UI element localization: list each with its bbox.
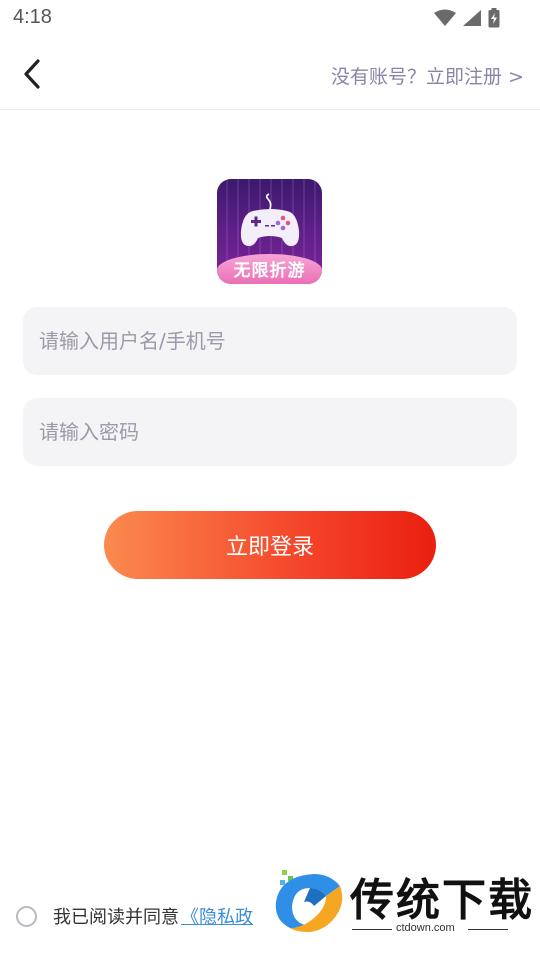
gamepad-icon xyxy=(240,193,300,247)
logo-text: 无限折游 xyxy=(233,261,306,281)
agreement-text: 我已阅读并同意 xyxy=(53,907,179,928)
agreement-checkbox[interactable] xyxy=(16,905,37,927)
agreement-row: 我已阅读并同意 《隐私政 xyxy=(16,902,253,930)
watermark-divider-left xyxy=(352,929,392,930)
back-button[interactable] xyxy=(14,54,50,94)
watermark-logo-icon xyxy=(275,870,343,932)
chevron-left-icon xyxy=(24,59,40,89)
watermark-title: 传统下载 xyxy=(350,875,534,926)
password-input[interactable] xyxy=(23,398,517,466)
privacy-policy-link[interactable]: 《隐私政 xyxy=(181,903,253,929)
app-logo: 无限折游 xyxy=(217,179,322,284)
watermark-divider-right xyxy=(468,929,508,930)
watermark: 传统下载 ctdown.com xyxy=(268,862,540,940)
watermark-url: ctdown.com xyxy=(396,922,455,934)
nav-bar: 没有账号？立即注册 > xyxy=(0,40,540,110)
status-bar: 4:18 xyxy=(0,0,540,36)
login-button[interactable]: 立即登录 xyxy=(104,511,436,579)
username-input[interactable] xyxy=(23,307,517,375)
status-icons xyxy=(434,8,500,28)
status-time: 4:18 xyxy=(13,6,52,28)
signal-icon xyxy=(463,10,481,26)
register-link[interactable]: 没有账号？立即注册 > xyxy=(331,62,524,89)
battery-charging-icon xyxy=(488,8,500,28)
wifi-icon xyxy=(434,9,456,26)
